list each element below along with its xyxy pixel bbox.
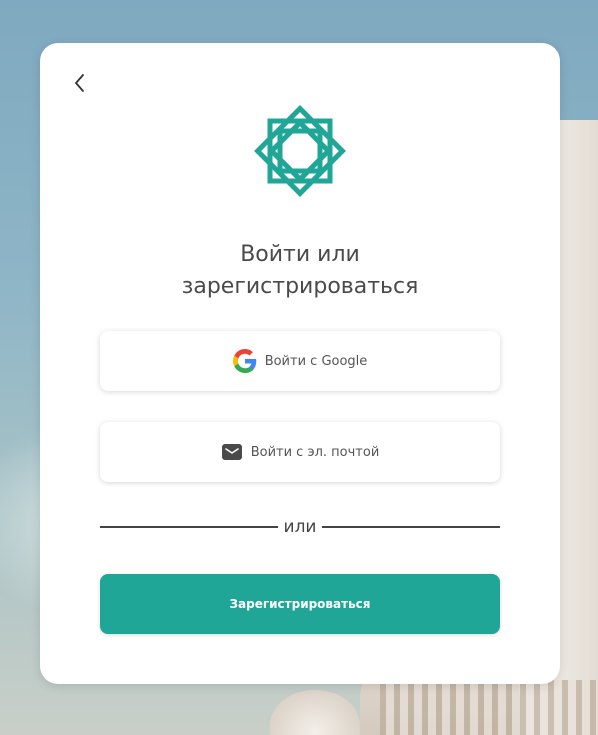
google-icon bbox=[232, 349, 256, 373]
chevron-left-icon bbox=[75, 74, 84, 92]
page-title: Войти или зарегистрироваться bbox=[40, 239, 560, 303]
eight-point-star-icon bbox=[248, 99, 352, 203]
title-line-1: Войти или bbox=[240, 242, 360, 267]
register-label: Зарегистрироваться bbox=[229, 597, 371, 611]
divider-line-right bbox=[322, 526, 500, 528]
divider-line-left bbox=[100, 526, 278, 528]
auth-dialog: Войти или зарегистрироваться Войти с Goo… bbox=[40, 43, 560, 684]
google-login-button[interactable]: Войти с Google bbox=[100, 331, 500, 391]
divider-text: или bbox=[283, 517, 317, 537]
email-login-label: Войти с эл. почтой bbox=[250, 444, 380, 460]
background-railing bbox=[380, 680, 598, 735]
or-divider: или bbox=[100, 517, 500, 537]
register-button[interactable]: Зарегистрироваться bbox=[100, 574, 500, 634]
background-dome bbox=[270, 690, 360, 735]
title-line-2: зарегистрироваться bbox=[181, 274, 419, 299]
email-login-button[interactable]: Войти с эл. почтой bbox=[100, 422, 500, 482]
mail-icon bbox=[221, 444, 242, 460]
back-button[interactable] bbox=[68, 71, 92, 95]
google-login-label: Войти с Google bbox=[264, 353, 368, 369]
